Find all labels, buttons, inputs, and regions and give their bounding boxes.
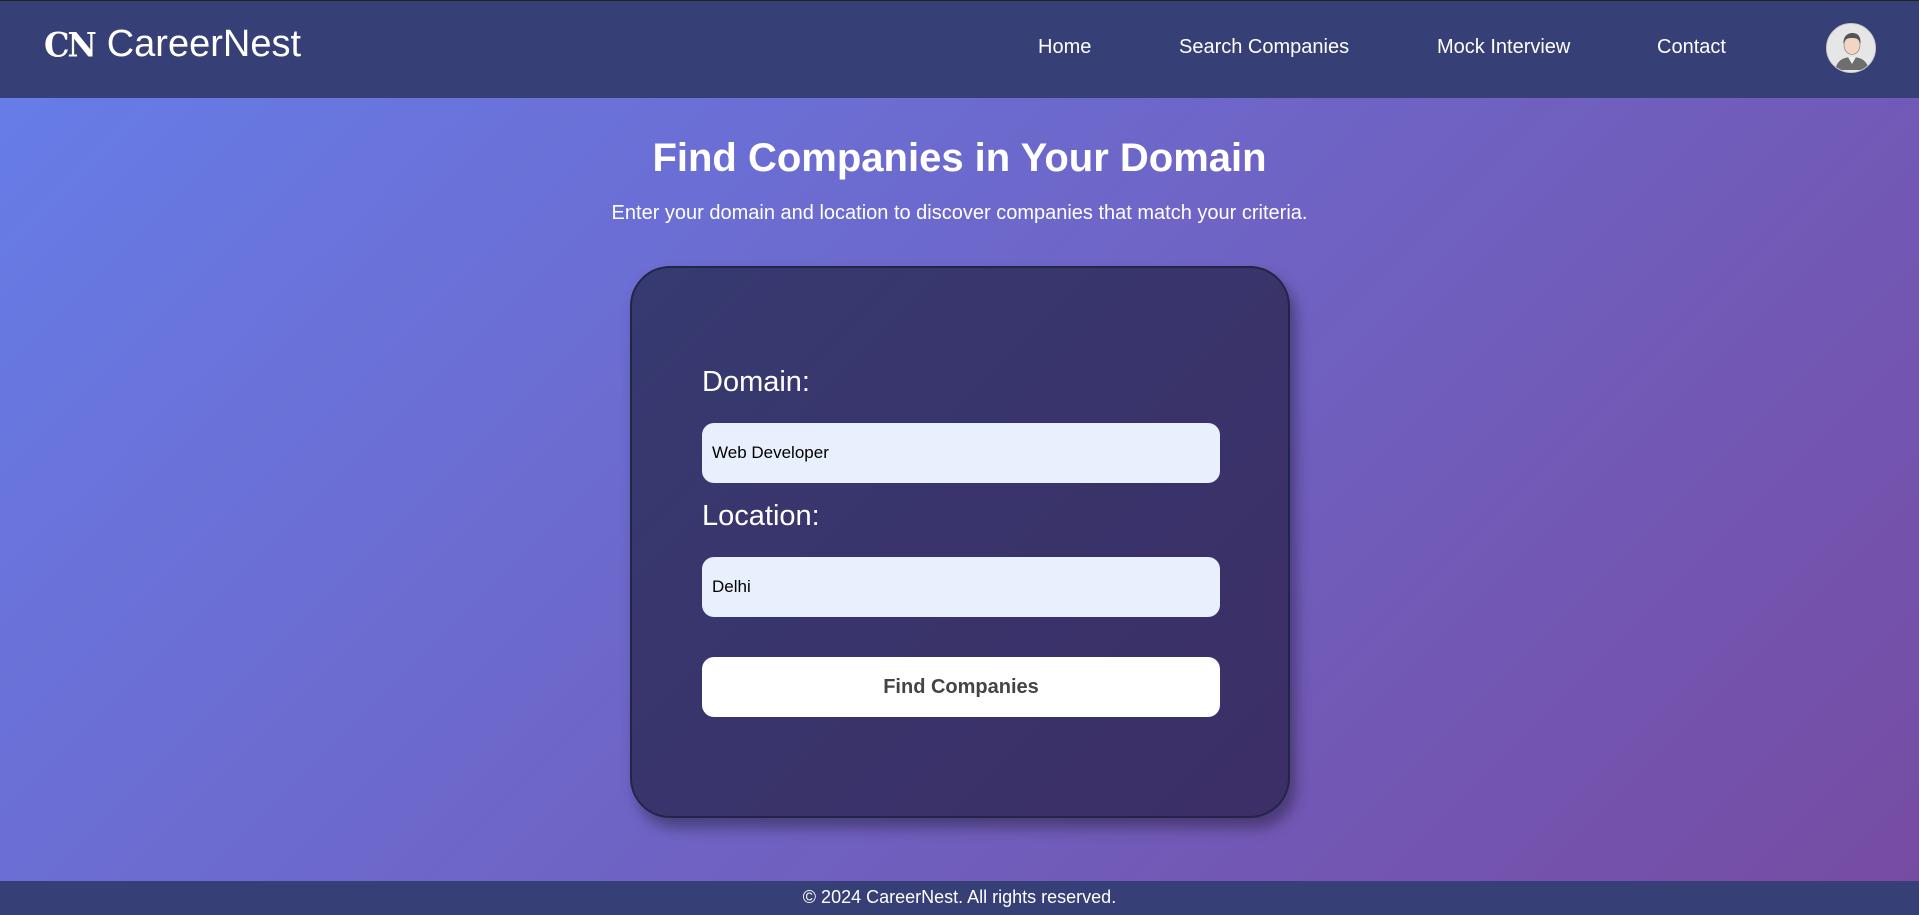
nav-link-home[interactable]: Home bbox=[1038, 36, 1091, 59]
footer-copyright: © 2024 CareerNest. All rights reserved. bbox=[802, 887, 1117, 907]
domain-label: Domain: bbox=[702, 366, 810, 398]
search-form-card: Domain: Location: Find Companies bbox=[630, 266, 1290, 818]
nav-link-search-companies[interactable]: Search Companies bbox=[1179, 36, 1349, 59]
page-title: Find Companies in Your Domain bbox=[652, 136, 1267, 180]
nav-link-contact[interactable]: Contact bbox=[1657, 36, 1726, 59]
location-label: Location: bbox=[702, 500, 820, 532]
footer: © 2024 CareerNest. All rights reserved. bbox=[0, 881, 1919, 915]
page-subtitle: Enter your domain and location to discov… bbox=[611, 202, 1308, 224]
location-input[interactable] bbox=[702, 557, 1220, 617]
navbar: CN CareerNest Home Search Companies Mock… bbox=[0, 0, 1919, 98]
brand[interactable]: CN CareerNest bbox=[44, 23, 301, 66]
avatar-person-icon bbox=[1827, 24, 1875, 72]
find-companies-button[interactable]: Find Companies bbox=[702, 657, 1220, 717]
brand-logo-icon: CN bbox=[44, 24, 97, 65]
user-avatar-icon[interactable] bbox=[1826, 23, 1876, 73]
brand-name: CareerNest bbox=[106, 23, 302, 65]
nav-link-mock-interview[interactable]: Mock Interview bbox=[1437, 36, 1570, 59]
domain-input[interactable] bbox=[702, 423, 1220, 483]
